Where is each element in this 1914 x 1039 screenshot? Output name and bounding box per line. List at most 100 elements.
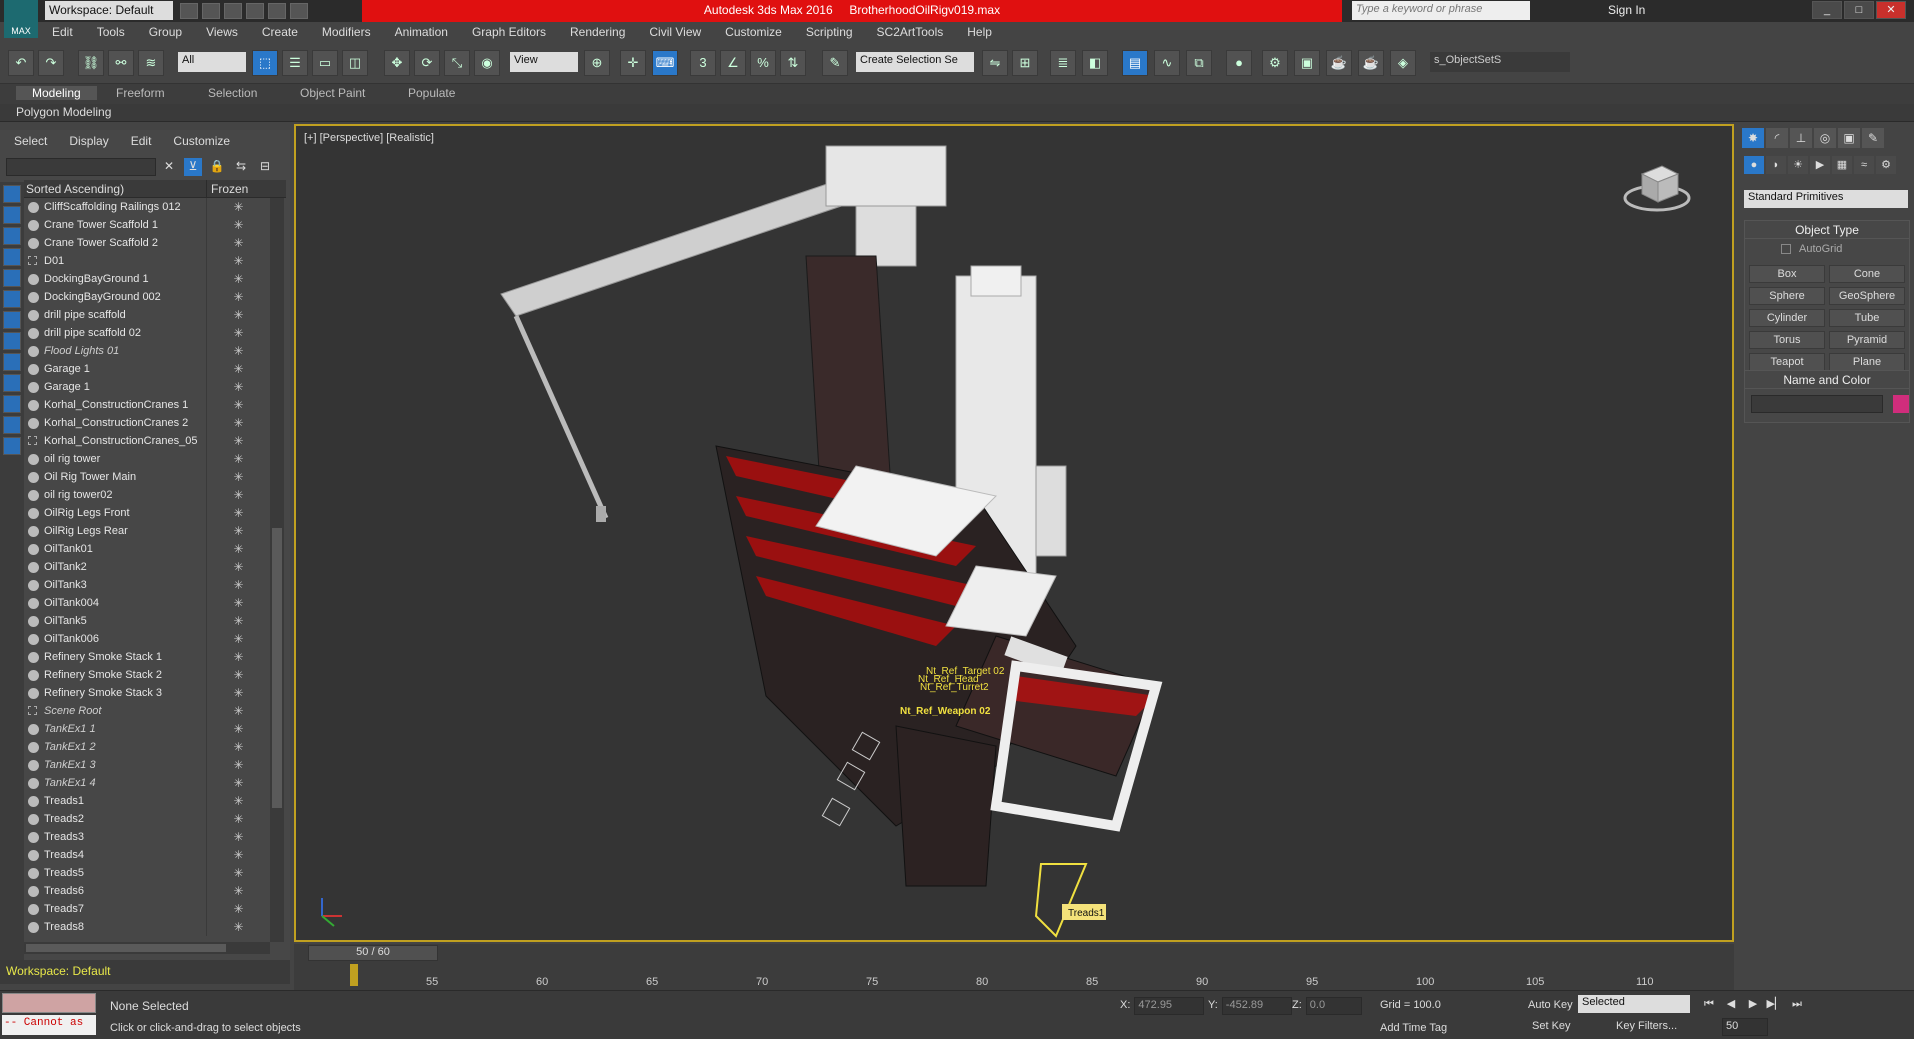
name-color-header[interactable]: Name and Color (1745, 371, 1909, 389)
viewcube-icon[interactable] (1622, 156, 1692, 216)
keyboard-shortcut-toggle-icon[interactable]: ⌨ (652, 50, 678, 76)
percent-snap-icon[interactable]: % (750, 50, 776, 76)
list-item[interactable]: drill pipe scaffold ✳ (24, 306, 270, 324)
undo-icon[interactable]: ↶ (8, 50, 34, 76)
visibility-icon[interactable] (28, 904, 39, 915)
visibility-icon[interactable] (28, 526, 39, 537)
tube-button[interactable]: Tube (1829, 309, 1905, 327)
y-field[interactable]: -452.89 (1221, 997, 1292, 1015)
list-item[interactable]: TankEx1 1 ✳ (24, 720, 270, 738)
time-slider[interactable]: 50 / 60 (308, 945, 438, 961)
visibility-icon[interactable] (28, 238, 39, 249)
list-item[interactable]: Treads2 ✳ (24, 810, 270, 828)
frozen-toggle-icon[interactable]: ✳ (206, 720, 270, 738)
save-file-icon[interactable] (224, 3, 242, 19)
open-file-icon[interactable] (202, 3, 220, 19)
spacewarps-icon[interactable]: ≈ (1854, 156, 1874, 174)
frozen-toggle-icon[interactable]: ✳ (206, 522, 270, 540)
current-frame-field[interactable]: 50 (1722, 1018, 1768, 1036)
visibility-icon[interactable] (28, 850, 39, 861)
object-color-swatch[interactable] (1893, 395, 1909, 413)
cylinder-button[interactable]: Cylinder (1749, 309, 1825, 327)
menu-rendering[interactable]: Rendering (558, 22, 637, 44)
reference-coordinate-dropdown[interactable]: View (510, 52, 578, 72)
list-item[interactable]: Flood Lights 01 ✳ (24, 342, 270, 360)
name-column-header[interactable]: Sorted Ascending) (26, 182, 206, 196)
frozen-toggle-icon[interactable]: ✳ (206, 738, 270, 756)
list-item[interactable]: Oil Rig Tower Main ✳ (24, 468, 270, 486)
maxscript-listener[interactable] (2, 993, 96, 1013)
frozen-toggle-icon[interactable]: ✳ (206, 306, 270, 324)
go-to-start-icon[interactable]: ⏮ (1700, 995, 1718, 1013)
render-setup-icon[interactable]: ⚙ (1262, 50, 1288, 76)
visibility-icon[interactable] (28, 652, 39, 663)
visibility-icon[interactable] (28, 274, 39, 285)
visibility-icon[interactable] (28, 562, 39, 573)
search-input[interactable]: Type a keyword or phrase (1352, 1, 1530, 20)
lights-icon[interactable]: ☀ (1788, 156, 1808, 174)
visibility-icon[interactable] (28, 472, 39, 483)
menu-tools[interactable]: Tools (85, 22, 137, 44)
x-field[interactable]: 472.95 (1134, 997, 1205, 1015)
display-tab-icon[interactable]: ▣ (1838, 128, 1860, 148)
frozen-toggle-icon[interactable]: ✳ (206, 666, 270, 684)
time-slider-track[interactable]: 50 / 60 (294, 944, 1734, 962)
explorer-menu-edit[interactable]: Edit (117, 130, 160, 152)
geosphere-button[interactable]: GeoSphere (1829, 287, 1905, 305)
visibility-icon[interactable] (28, 256, 37, 265)
list-item[interactable]: Treads1 ✳ (24, 792, 270, 810)
frozen-toggle-icon[interactable]: ✳ (206, 900, 270, 918)
visibility-icon[interactable] (28, 220, 39, 231)
frozen-column-header[interactable]: Frozen (206, 180, 286, 198)
checkbox-icon[interactable] (1781, 244, 1791, 255)
helpers-icon[interactable]: ▦ (1832, 156, 1852, 174)
modify-tab-icon[interactable]: ◜ (1766, 128, 1788, 148)
menu-scripting[interactable]: Scripting (794, 22, 865, 44)
display-cameras-icon[interactable] (3, 290, 21, 308)
visibility-icon[interactable] (28, 886, 39, 897)
selected-treads-outline[interactable] (1034, 863, 1088, 938)
frozen-toggle-icon[interactable]: ✳ (206, 792, 270, 810)
frozen-toggle-icon[interactable]: ✳ (206, 828, 270, 846)
scroll-thumb[interactable] (26, 944, 226, 952)
minimize-icon[interactable]: _ (1812, 1, 1842, 19)
list-item[interactable]: OilTank006 ✳ (24, 630, 270, 648)
menu-edit[interactable]: Edit (40, 22, 85, 44)
graphite-toggle-icon[interactable]: ◧ (1082, 50, 1108, 76)
list-item[interactable]: Refinery Smoke Stack 1 ✳ (24, 648, 270, 666)
explorer-menu-display[interactable]: Display (55, 130, 116, 152)
rectangular-selection-icon[interactable]: ▭ (312, 50, 338, 76)
frozen-toggle-icon[interactable]: ✳ (206, 360, 270, 378)
visibility-icon[interactable] (28, 328, 39, 339)
list-item[interactable]: Crane Tower Scaffold 2 ✳ (24, 234, 270, 252)
list-item[interactable]: OilTank2 ✳ (24, 558, 270, 576)
display-all-icon[interactable] (3, 206, 21, 224)
visibility-icon[interactable] (28, 706, 37, 715)
menu-sc2arttools[interactable]: SC2ArtTools (865, 22, 956, 44)
sign-in-link[interactable]: Sign In (1608, 3, 1645, 17)
tab-populate[interactable]: Populate (408, 86, 455, 100)
list-item[interactable]: Treads5 ✳ (24, 864, 270, 882)
helper-label[interactable]: Nt_Ref_Turret2 (920, 682, 989, 693)
key-filters-button[interactable]: Key Filters... (1616, 1020, 1677, 1032)
visibility-icon[interactable] (28, 292, 39, 303)
frozen-toggle-icon[interactable]: ✳ (206, 234, 270, 252)
frozen-toggle-icon[interactable]: ✳ (206, 432, 270, 450)
add-time-tag[interactable]: Add Time Tag (1380, 1022, 1447, 1034)
visibility-icon[interactable] (28, 382, 39, 393)
list-item[interactable]: DockingBayGround 1 ✳ (24, 270, 270, 288)
clear-search-icon[interactable]: ✕ (160, 158, 178, 176)
auto-key-button[interactable]: Auto Key (1528, 999, 1573, 1011)
rendered-frame-window-icon[interactable]: ▣ (1294, 50, 1320, 76)
list-item[interactable]: DockingBayGround 002 ✳ (24, 288, 270, 306)
track-bar[interactable]: 55 60 65 70 75 80 85 90 95 100 105 110 (294, 962, 1734, 990)
visibility-icon[interactable] (28, 346, 39, 357)
frozen-toggle-icon[interactable]: ✳ (206, 810, 270, 828)
geometry-icon[interactable]: ● (1744, 156, 1764, 174)
mirror-icon[interactable]: ⇋ (982, 50, 1008, 76)
tab-freeform[interactable]: Freeform (116, 86, 165, 100)
layer-manager-icon[interactable]: ≣ (1050, 50, 1076, 76)
display-containers-icon[interactable] (3, 416, 21, 434)
visibility-icon[interactable] (28, 760, 39, 771)
frozen-toggle-icon[interactable]: ✳ (206, 198, 270, 216)
